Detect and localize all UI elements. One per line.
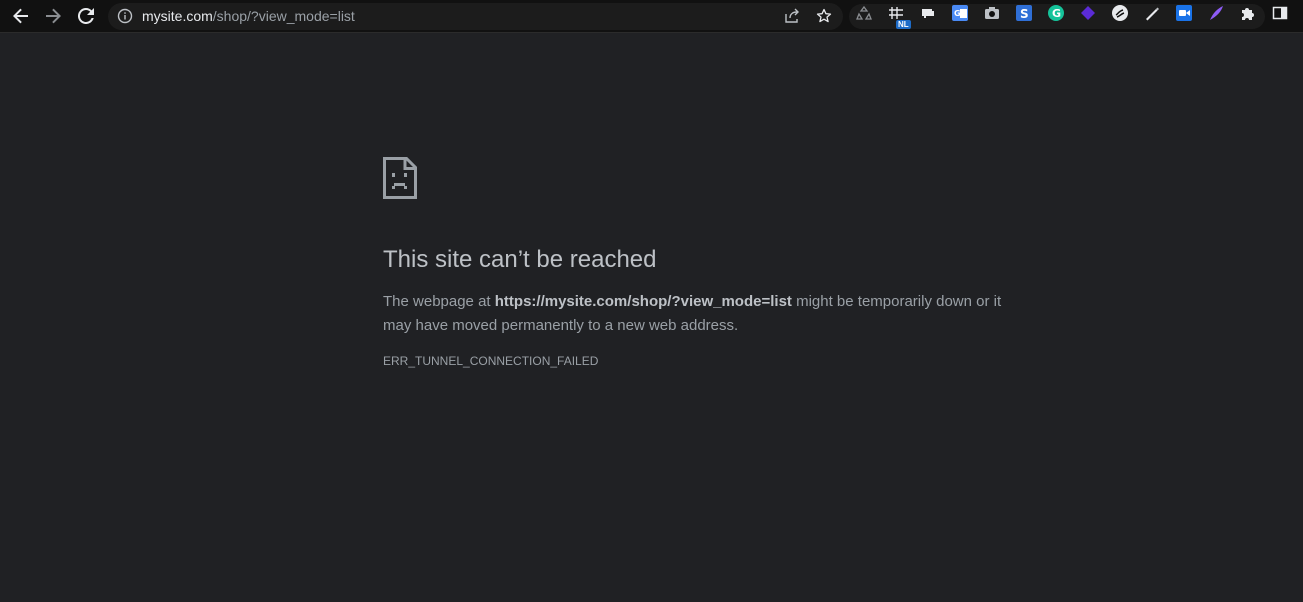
bookmark-button[interactable] bbox=[812, 4, 836, 28]
pen-extension-icon[interactable] bbox=[1143, 4, 1161, 22]
swirl-extension-icon[interactable] bbox=[1111, 4, 1129, 22]
sad-page-icon bbox=[383, 157, 417, 199]
svg-text:G: G bbox=[1052, 7, 1061, 20]
error-code: ERR_TUNNEL_CONNECTION_FAILED bbox=[383, 354, 599, 368]
back-button[interactable] bbox=[9, 4, 33, 28]
grammarly-extension-icon[interactable]: G bbox=[1047, 4, 1065, 22]
error-content: This site can’t be reached The webpage a… bbox=[383, 157, 1003, 368]
browser-toolbar: mysite.com/shop/?view_mode=list NL G S G bbox=[0, 0, 1303, 33]
translate-extension-icon[interactable]: G bbox=[951, 4, 969, 22]
share-button[interactable] bbox=[780, 4, 804, 28]
desc-prefix: The webpage at bbox=[383, 293, 495, 310]
star-icon bbox=[816, 8, 832, 23]
desc-url: https://mysite.com/shop/?view_mode=list bbox=[494, 293, 792, 310]
forward-button[interactable] bbox=[41, 4, 65, 28]
forward-arrow-icon bbox=[46, 8, 61, 24]
diamond-extension-icon[interactable] bbox=[1079, 4, 1097, 22]
recycle-extension-icon[interactable] bbox=[855, 4, 873, 22]
extension-badge: NL bbox=[896, 20, 911, 29]
screen-extension-icon[interactable] bbox=[919, 4, 937, 22]
url-text[interactable]: mysite.com/shop/?view_mode=list bbox=[142, 8, 355, 25]
reload-icon bbox=[78, 8, 94, 24]
address-bar[interactable]: mysite.com/shop/?view_mode=list bbox=[108, 3, 843, 30]
url-path: /shop/?view_mode=list bbox=[212, 8, 355, 24]
error-title: This site can’t be reached bbox=[383, 246, 657, 273]
s-extension-icon[interactable]: S bbox=[1015, 4, 1033, 22]
feather-extension-icon[interactable] bbox=[1207, 4, 1225, 22]
url-host: mysite.com bbox=[142, 8, 213, 24]
info-icon[interactable] bbox=[117, 8, 133, 24]
camera-extension-icon[interactable] bbox=[983, 4, 1001, 22]
video-extension-icon[interactable] bbox=[1175, 4, 1193, 22]
reload-button[interactable] bbox=[74, 4, 98, 28]
error-description: The webpage at https://mysite.com/shop/?… bbox=[383, 290, 1003, 338]
puzzle-icon[interactable] bbox=[1239, 4, 1257, 22]
back-arrow-icon bbox=[13, 8, 28, 24]
svg-text:G: G bbox=[954, 9, 961, 18]
share-icon bbox=[785, 8, 799, 23]
svg-text:S: S bbox=[1020, 7, 1029, 21]
side-panel-icon[interactable] bbox=[1271, 4, 1289, 22]
